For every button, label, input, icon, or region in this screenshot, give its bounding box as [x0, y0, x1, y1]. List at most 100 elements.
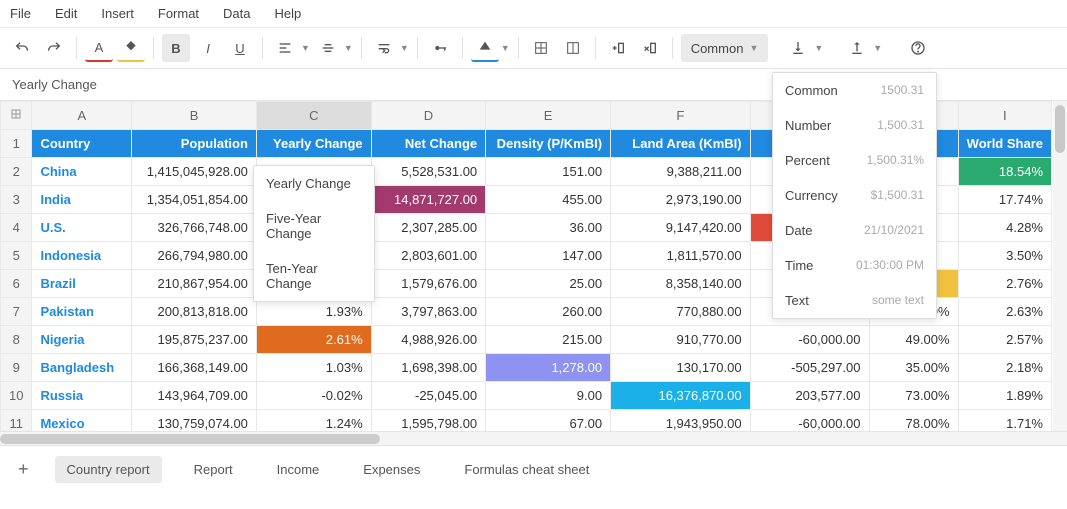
data-cell[interactable]: 195,875,237.00 — [132, 326, 257, 354]
data-cell[interactable]: 2,803,601.00 — [371, 242, 486, 270]
col-header-c[interactable]: C — [256, 102, 371, 130]
data-cell[interactable]: 2.57% — [958, 326, 1051, 354]
data-cell[interactable]: U.S. — [32, 214, 132, 242]
scrollbar-thumb[interactable] — [0, 434, 380, 444]
export-button[interactable] — [784, 34, 812, 62]
row-header[interactable]: 1 — [1, 130, 32, 158]
menu-file[interactable]: File — [10, 6, 31, 21]
data-cell[interactable]: 1,811,570.00 — [611, 242, 751, 270]
data-cell[interactable]: 210,867,954.00 — [132, 270, 257, 298]
vertical-scrollbar[interactable] — [1053, 101, 1067, 431]
data-cell[interactable]: 130,170.00 — [611, 354, 751, 382]
redo-button[interactable] — [40, 34, 68, 62]
data-cell[interactable]: 67.00 — [486, 410, 611, 432]
row-header[interactable]: 3 — [1, 186, 32, 214]
menu-format[interactable]: Format — [158, 6, 199, 21]
help-button[interactable] — [904, 34, 932, 62]
row-header[interactable]: 8 — [1, 326, 32, 354]
lock-button[interactable] — [426, 34, 454, 62]
data-cell[interactable]: 326,766,748.00 — [132, 214, 257, 242]
data-cell[interactable]: India — [32, 186, 132, 214]
data-cell[interactable]: 73.00% — [869, 382, 958, 410]
data-cell[interactable]: China — [32, 158, 132, 186]
data-cell[interactable]: 18.54% — [958, 158, 1051, 186]
data-cell[interactable]: 25.00 — [486, 270, 611, 298]
import-button[interactable] — [843, 34, 871, 62]
header-cell[interactable]: Net Change — [371, 130, 486, 158]
clear-format-button[interactable] — [471, 34, 499, 62]
add-sheet-button[interactable]: + — [12, 459, 35, 480]
row-header[interactable]: 9 — [1, 354, 32, 382]
data-cell[interactable]: -60,000.00 — [750, 326, 869, 354]
data-cell[interactable]: -25,045.00 — [371, 382, 486, 410]
row-header[interactable]: 11 — [1, 410, 32, 432]
data-cell[interactable]: 1,698,398.00 — [371, 354, 486, 382]
data-cell[interactable]: 1,943,950.00 — [611, 410, 751, 432]
italic-button[interactable]: I — [194, 34, 222, 62]
data-cell[interactable]: 266,794,980.00 — [132, 242, 257, 270]
data-cell[interactable]: Pakistan — [32, 298, 132, 326]
data-cell[interactable]: 4,988,926.00 — [371, 326, 486, 354]
fill-color-button[interactable] — [117, 34, 145, 62]
scrollbar-thumb[interactable] — [1055, 105, 1065, 153]
data-cell[interactable]: 1,415,045,928.00 — [132, 158, 257, 186]
data-cell[interactable]: 35.00% — [869, 354, 958, 382]
align-horizontal-button[interactable] — [271, 34, 299, 62]
horizontal-scrollbar[interactable] — [0, 431, 1067, 445]
data-cell[interactable]: 5,528,531.00 — [371, 158, 486, 186]
data-cell[interactable]: 2.76% — [958, 270, 1051, 298]
data-cell[interactable]: -505,297.00 — [750, 354, 869, 382]
data-cell[interactable]: 455.00 — [486, 186, 611, 214]
row-header[interactable]: 10 — [1, 382, 32, 410]
row-header[interactable]: 5 — [1, 242, 32, 270]
data-cell[interactable]: -0.02% — [256, 382, 371, 410]
data-cell[interactable]: 1.89% — [958, 382, 1051, 410]
undo-button[interactable] — [8, 34, 36, 62]
header-cell[interactable]: Country — [32, 130, 132, 158]
format-menu-item[interactable]: Textsome text — [773, 283, 936, 318]
col-header-f[interactable]: F — [611, 102, 751, 130]
menu-edit[interactable]: Edit — [55, 6, 77, 21]
data-cell[interactable]: -60,000.00 — [750, 410, 869, 432]
header-cell[interactable]: Yearly Change — [256, 130, 371, 158]
data-cell[interactable]: 200,813,818.00 — [132, 298, 257, 326]
col-header-i[interactable]: I — [958, 102, 1051, 130]
data-cell[interactable]: 17.74% — [958, 186, 1051, 214]
context-menu-item[interactable]: Ten-Year Change — [254, 251, 374, 301]
data-cell[interactable]: 2.61% — [256, 326, 371, 354]
data-cell[interactable]: 9,388,211.00 — [611, 158, 751, 186]
data-cell[interactable]: 147.00 — [486, 242, 611, 270]
data-cell[interactable]: 143,964,709.00 — [132, 382, 257, 410]
font-color-button[interactable]: A — [85, 34, 113, 62]
menu-data[interactable]: Data — [223, 6, 250, 21]
data-cell[interactable]: 36.00 — [486, 214, 611, 242]
col-header-d[interactable]: D — [371, 102, 486, 130]
select-all-corner[interactable] — [1, 102, 32, 130]
context-menu-item[interactable]: Yearly Change — [254, 166, 374, 201]
data-cell[interactable]: 2,307,285.00 — [371, 214, 486, 242]
underline-button[interactable]: U — [226, 34, 254, 62]
data-cell[interactable]: 16,376,870.00 — [611, 382, 751, 410]
number-format-dropdown[interactable]: Common ▼ — [681, 34, 769, 62]
data-cell[interactable]: Mexico — [32, 410, 132, 432]
data-cell[interactable]: 260.00 — [486, 298, 611, 326]
col-header-b[interactable]: B — [132, 102, 257, 130]
data-cell[interactable]: 770,880.00 — [611, 298, 751, 326]
data-cell[interactable]: 2.18% — [958, 354, 1051, 382]
merge-button[interactable] — [559, 34, 587, 62]
insert-column-button[interactable] — [604, 34, 632, 62]
sheet-tab[interactable]: Report — [182, 456, 245, 483]
data-cell[interactable]: 1,595,798.00 — [371, 410, 486, 432]
bold-button[interactable]: B — [162, 34, 190, 62]
format-menu-item[interactable]: Time01:30:00 PM — [773, 248, 936, 283]
data-cell[interactable]: 910,770.00 — [611, 326, 751, 354]
delete-column-button[interactable] — [636, 34, 664, 62]
data-cell[interactable]: 3,797,863.00 — [371, 298, 486, 326]
wrap-button[interactable] — [370, 34, 398, 62]
row-header[interactable]: 2 — [1, 158, 32, 186]
sheet-tab[interactable]: Income — [265, 456, 332, 483]
data-cell[interactable]: Bangladesh — [32, 354, 132, 382]
data-cell[interactable]: 166,368,149.00 — [132, 354, 257, 382]
data-cell[interactable]: 8,358,140.00 — [611, 270, 751, 298]
header-cell[interactable]: Density (P/KmBI) — [486, 130, 611, 158]
